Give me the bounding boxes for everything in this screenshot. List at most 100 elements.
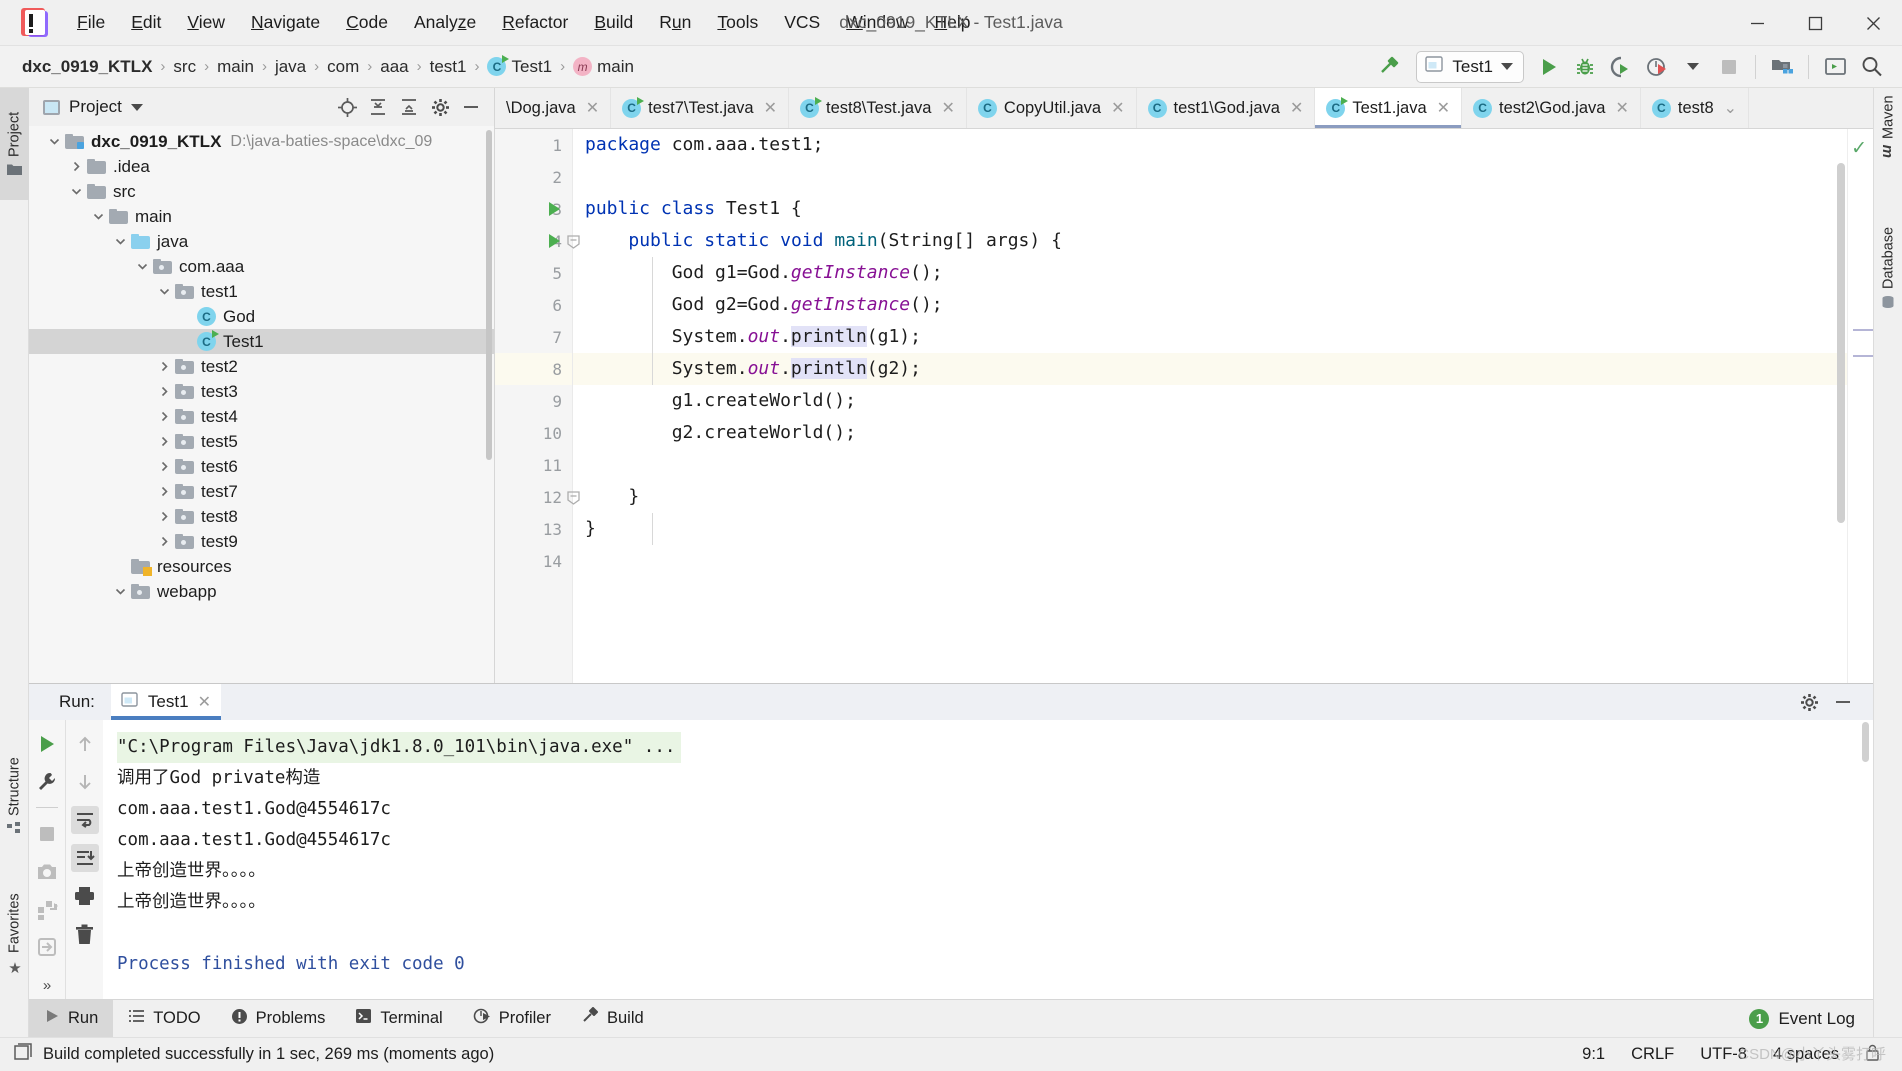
menu-item-navigate[interactable]: Navigate	[238, 8, 333, 37]
rerun-icon[interactable]	[33, 730, 61, 758]
project-panel-title[interactable]: Project	[43, 97, 143, 117]
code-line-11[interactable]	[573, 449, 1847, 481]
tree-expand-arrow[interactable]	[109, 586, 131, 597]
run-configuration-selector[interactable]: Test1	[1416, 50, 1524, 83]
gutter-line-12[interactable]: 12	[495, 481, 572, 513]
gutter-line-8[interactable]: 8	[495, 353, 572, 385]
breadcrumb-item-dxc-0919-ktlx[interactable]: dxc_0919_KTLX	[16, 55, 158, 79]
tree-node--idea[interactable]: .idea	[29, 154, 494, 179]
tree-expand-arrow[interactable]	[153, 461, 175, 472]
menu-item-refactor[interactable]: Refactor	[489, 8, 581, 37]
tree-expand-arrow[interactable]	[153, 411, 175, 422]
chevron-down-icon[interactable]	[130, 103, 143, 111]
bottom-tab-run[interactable]: Run	[29, 999, 114, 1038]
gutter-line-10[interactable]: 10	[495, 417, 572, 449]
bottom-tab-terminal[interactable]: Terminal	[340, 1000, 457, 1038]
tree-expand-arrow[interactable]	[65, 161, 87, 172]
wrench-icon[interactable]	[33, 768, 61, 796]
profiler-dropdown-icon[interactable]	[1676, 51, 1710, 83]
code-line-10[interactable]: g2.createWorld();	[573, 417, 1847, 449]
breadcrumb-item-com[interactable]: com	[321, 55, 365, 79]
tree-node-test4[interactable]: test4	[29, 404, 494, 429]
code-line-13[interactable]: }	[573, 513, 1847, 545]
line-separator[interactable]: CRLF	[1631, 1045, 1674, 1064]
close-icon[interactable]: ✕	[764, 98, 777, 118]
tree-expand-arrow[interactable]	[131, 261, 153, 272]
tree-expand-arrow[interactable]	[87, 211, 109, 222]
gutter-line-11[interactable]: 11	[495, 449, 572, 481]
tree-node-test3[interactable]: test3	[29, 379, 494, 404]
breadcrumb-item-src[interactable]: src	[167, 55, 202, 79]
bottom-tab-todo[interactable]: TODO	[113, 1000, 215, 1038]
sidebar-item-project[interactable]: Project	[0, 88, 29, 200]
sidebar-item-maven[interactable]: m Maven	[1874, 92, 1902, 162]
editor-tab--dog-java[interactable]: \Dog.java ✕	[495, 88, 612, 128]
minimize-icon[interactable]	[1829, 688, 1857, 716]
editor-tab-test2-god-java[interactable]: Ctest2\God.java ✕	[1462, 88, 1641, 128]
expand-all-icon[interactable]	[363, 93, 393, 121]
gutter-line-13[interactable]: 13	[495, 513, 572, 545]
sidebar-item-structure[interactable]: Structure	[0, 733, 29, 861]
tree-node-com-aaa[interactable]: com.aaa	[29, 254, 494, 279]
tree-node-webapp[interactable]: webapp	[29, 579, 494, 604]
tree-node-java[interactable]: java	[29, 229, 494, 254]
gutter-line-3[interactable]: 3	[495, 193, 572, 225]
caret-position[interactable]: 9:1	[1582, 1045, 1605, 1064]
close-icon[interactable]: ✕	[1111, 98, 1124, 118]
tree-expand-arrow[interactable]	[153, 361, 175, 372]
gear-icon[interactable]	[425, 93, 455, 121]
editor-tab-test7-test-java[interactable]: Ctest7\Test.java ✕	[611, 88, 790, 128]
sidebar-item-favorites[interactable]: ★ Favorites	[0, 865, 29, 1001]
breadcrumb-item-main[interactable]: main	[211, 55, 260, 79]
gutter-line-7[interactable]: 7	[495, 321, 572, 353]
code-area[interactable]: package com.aaa.test1; public class Test…	[573, 129, 1847, 683]
gutter-line-4[interactable]: 4	[495, 225, 572, 257]
close-icon[interactable]: ✕	[1290, 98, 1303, 118]
code-line-14[interactable]	[573, 545, 1847, 577]
gutter-run-icon[interactable]	[549, 202, 560, 216]
breadcrumb-item-main[interactable]: m main	[567, 55, 640, 79]
tree-node-test9[interactable]: test9	[29, 529, 494, 554]
print-icon[interactable]	[71, 882, 99, 910]
editor-tab-test1-java[interactable]: C Test1.java ✕	[1315, 88, 1463, 128]
code-line-9[interactable]: g1.createWorld();	[573, 385, 1847, 417]
terminal-icon[interactable]	[1818, 51, 1852, 83]
code-line-3[interactable]: public class Test1 {	[573, 193, 1847, 225]
tree-expand-arrow[interactable]	[153, 286, 175, 297]
breadcrumb-item-java[interactable]: java	[269, 55, 312, 79]
menu-item-vcs[interactable]: VCS	[771, 8, 833, 37]
scroll-to-end-icon[interactable]	[70, 844, 99, 872]
event-log-area[interactable]: 1 Event Log	[1749, 1008, 1873, 1029]
menu-item-view[interactable]: View	[174, 8, 238, 37]
console-output[interactable]: "C:\Program Files\Java\jdk1.8.0_101\bin\…	[103, 720, 1873, 999]
run-tab-test1[interactable]: Test1 ✕	[110, 684, 222, 720]
minimize-button[interactable]	[1728, 0, 1786, 46]
close-icon[interactable]: ✕	[198, 692, 211, 712]
code-line-12[interactable]: }	[573, 481, 1847, 513]
editor-tab-test8[interactable]: Ctest8 ⌄	[1641, 88, 1750, 128]
arrow-up-icon[interactable]	[71, 730, 99, 758]
project-tree[interactable]: dxc_0919_KTLX D:\java-baties-space\dxc_09…	[29, 126, 494, 683]
project-structure-icon[interactable]	[1765, 51, 1799, 83]
soft-wrap-icon[interactable]	[70, 806, 99, 834]
stop-icon[interactable]	[33, 820, 61, 848]
dump-threads-icon[interactable]	[33, 896, 61, 924]
bottom-tab-build[interactable]: Build	[566, 1000, 659, 1038]
editor-tab-test1-god-java[interactable]: Ctest1\God.java ✕	[1137, 88, 1316, 128]
tree-node-test5[interactable]: test5	[29, 429, 494, 454]
tree-node-test7[interactable]: test7	[29, 479, 494, 504]
locate-icon[interactable]	[332, 93, 362, 121]
hide-panel-icon[interactable]	[456, 93, 486, 121]
stop-icon[interactable]	[1712, 51, 1746, 83]
editor-tab-copyutil-java[interactable]: C CopyUtil.java ✕	[967, 88, 1137, 128]
search-everywhere-icon[interactable]	[1854, 51, 1888, 83]
trash-icon[interactable]	[71, 920, 99, 948]
tree-expand-arrow[interactable]	[153, 536, 175, 547]
bottom-tab-profiler[interactable]: Profiler	[458, 1000, 566, 1038]
editor-scrollbar[interactable]	[1837, 163, 1845, 523]
run-icon[interactable]	[1532, 51, 1566, 83]
close-button[interactable]	[1844, 0, 1902, 46]
debug-bug-icon[interactable]	[1568, 51, 1602, 83]
run-with-coverage-icon[interactable]	[1604, 51, 1638, 83]
code-line-1[interactable]: package com.aaa.test1;	[573, 129, 1847, 161]
